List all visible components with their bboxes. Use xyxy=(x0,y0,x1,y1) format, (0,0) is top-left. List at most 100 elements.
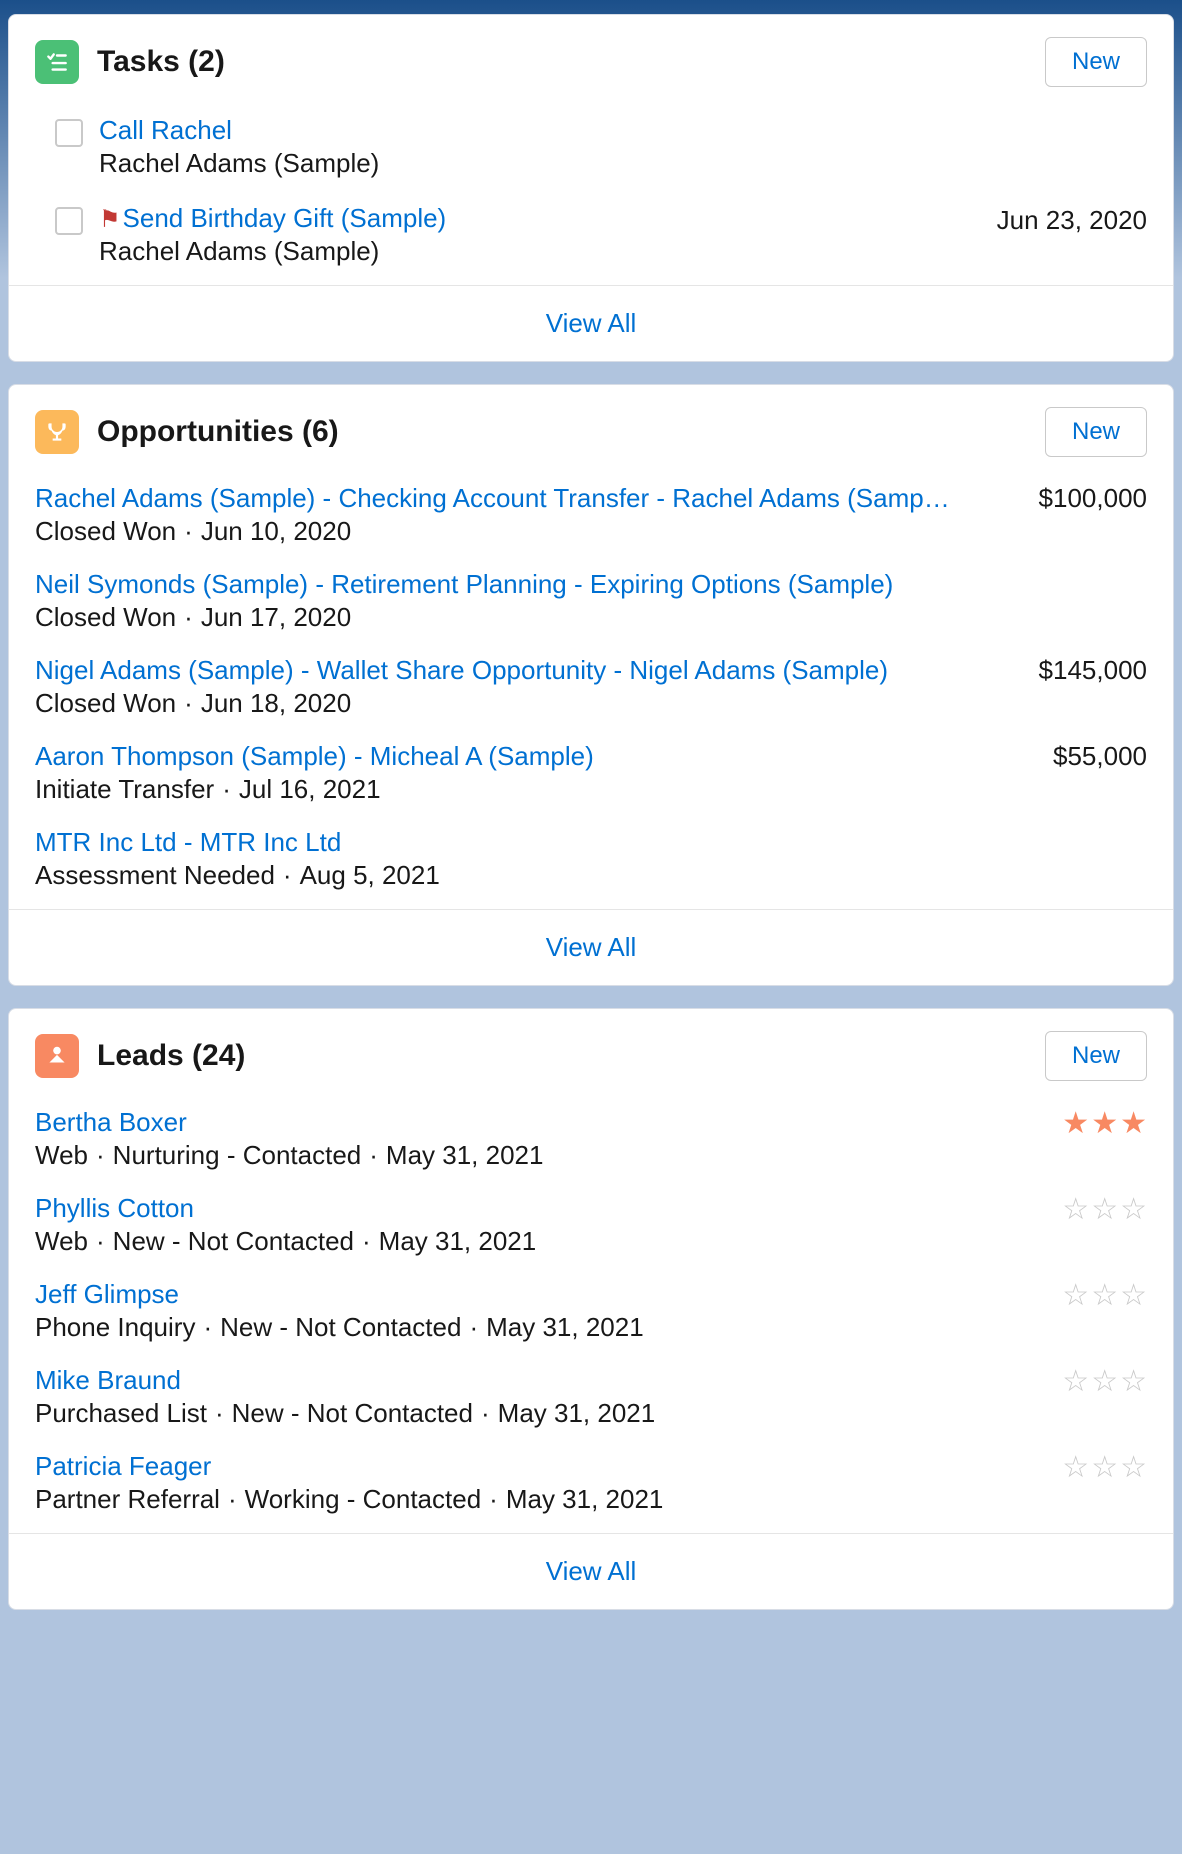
opportunity-main: Neil Symonds (Sample) - Retirement Plann… xyxy=(35,569,1147,633)
lead-link[interactable]: Phyllis Cotton xyxy=(35,1193,194,1223)
star-icon[interactable]: ☆ xyxy=(1120,1281,1147,1311)
separator: · xyxy=(469,1312,478,1342)
opportunity-link[interactable]: Rachel Adams (Sample) - Checking Account… xyxy=(35,483,1033,514)
lead-status: Nurturing - Contacted xyxy=(113,1140,362,1170)
opportunities-card: Opportunities (6) New Rachel Adams (Samp… xyxy=(8,384,1174,986)
tasks-view-all[interactable]: View All xyxy=(9,285,1173,361)
task-link[interactable]: Call Rachel xyxy=(99,115,232,146)
task-main: ⚑Send Birthday Gift (Sample)Rachel Adams… xyxy=(99,203,997,267)
star-icon[interactable]: ★ xyxy=(1120,1109,1147,1139)
lead-link[interactable]: Bertha Boxer xyxy=(35,1107,187,1137)
star-icon[interactable]: ☆ xyxy=(1062,1367,1089,1397)
task-link[interactable]: Send Birthday Gift (Sample) xyxy=(123,203,447,234)
opportunity-link[interactable]: Aaron Thompson (Sample) - Micheal A (Sam… xyxy=(35,741,1047,772)
lead-row: Patricia FeagerPartner Referral·Working … xyxy=(35,1439,1147,1525)
separator: · xyxy=(203,1312,212,1342)
leads-list: Bertha BoxerWeb·Nurturing - Contacted·Ma… xyxy=(9,1089,1173,1525)
lead-subtitle: Purchased List · New - Not Contacted · May 3… xyxy=(35,1398,1062,1429)
leads-header: Leads (24) New xyxy=(9,1009,1173,1089)
tasks-title: Tasks (2) xyxy=(97,45,1045,79)
opportunity-link[interactable]: Nigel Adams (Sample) - Wallet Share Oppo… xyxy=(35,655,1033,686)
lead-rating[interactable]: ☆☆☆ xyxy=(1062,1193,1147,1225)
lead-source: Web xyxy=(35,1226,88,1256)
new-lead-button[interactable]: New xyxy=(1045,1031,1147,1081)
task-subtitle: Rachel Adams (Sample) xyxy=(99,148,1147,179)
separator: · xyxy=(369,1140,378,1170)
lead-status: New - Not Contacted xyxy=(232,1398,473,1428)
lead-link[interactable]: Mike Braund xyxy=(35,1365,181,1395)
star-icon[interactable]: ☆ xyxy=(1091,1367,1118,1397)
leads-title: Leads (24) xyxy=(97,1039,1045,1073)
opportunity-subtitle: Initiate Transfer·Jul 16, 2021 xyxy=(35,774,1047,805)
lead-rating[interactable]: ☆☆☆ xyxy=(1062,1279,1147,1311)
opportunity-row: Nigel Adams (Sample) - Wallet Share Oppo… xyxy=(35,643,1147,729)
opportunity-date: Jun 17, 2020 xyxy=(201,602,351,632)
lead-main: Bertha BoxerWeb·Nurturing - Contacted·Ma… xyxy=(35,1107,1062,1171)
tasks-list: Call RachelRachel Adams (Sample) ⚑Send Bi… xyxy=(9,95,1173,277)
separator: · xyxy=(489,1484,498,1514)
separator: · xyxy=(96,1226,105,1256)
opportunity-row: MTR Inc Ltd - MTR Inc LtdAssessment Need… xyxy=(35,815,1147,901)
star-icon[interactable]: ☆ xyxy=(1091,1281,1118,1311)
task-row: Call RachelRachel Adams (Sample) xyxy=(35,101,1147,189)
separator: · xyxy=(215,1398,224,1428)
opportunity-row: Aaron Thompson (Sample) - Micheal A (Sam… xyxy=(35,729,1147,815)
opportunity-main: Rachel Adams (Sample) - Checking Account… xyxy=(35,483,1033,547)
task-checkbox[interactable] xyxy=(55,207,83,235)
star-icon[interactable]: ☆ xyxy=(1062,1281,1089,1311)
star-icon[interactable]: ☆ xyxy=(1091,1453,1118,1483)
lead-rating[interactable]: ☆☆☆ xyxy=(1062,1365,1147,1397)
lead-row: Bertha BoxerWeb·Nurturing - Contacted·Ma… xyxy=(35,1095,1147,1181)
lead-source: Partner Referral xyxy=(35,1484,220,1514)
lead-date: May 31, 2021 xyxy=(386,1140,544,1170)
star-icon[interactable]: ☆ xyxy=(1062,1195,1089,1225)
lead-subtitle: Web·Nurturing - Contacted·May 31, 2021 xyxy=(35,1140,1062,1171)
lead-rating[interactable]: ★★★ xyxy=(1062,1107,1147,1139)
lead-date: May 31, 2021 xyxy=(506,1484,664,1514)
opportunity-main: Aaron Thompson (Sample) - Micheal A (Sam… xyxy=(35,741,1047,805)
opportunities-view-all[interactable]: View All xyxy=(9,909,1173,985)
task-checkbox[interactable] xyxy=(55,119,83,147)
star-icon[interactable]: ☆ xyxy=(1120,1453,1147,1483)
opportunity-link[interactable]: Neil Symonds (Sample) - Retirement Plann… xyxy=(35,569,1147,600)
leads-card: Leads (24) New Bertha BoxerWeb·Nurturing… xyxy=(8,1008,1174,1610)
leads-view-all[interactable]: View All xyxy=(9,1533,1173,1609)
star-icon[interactable]: ☆ xyxy=(1062,1453,1089,1483)
tasks-card: Tasks (2) New Call RachelRachel Adams (S… xyxy=(8,14,1174,362)
lead-main: Phyllis CottonWeb · New - Not Contacted · Ma… xyxy=(35,1193,1062,1257)
opportunity-date: Jun 10, 2020 xyxy=(201,516,351,546)
lead-date: May 31, 2021 xyxy=(379,1226,537,1256)
separator: · xyxy=(481,1398,490,1428)
star-icon[interactable]: ☆ xyxy=(1091,1195,1118,1225)
star-icon[interactable]: ★ xyxy=(1062,1109,1089,1139)
lead-source: Purchased List xyxy=(35,1398,207,1428)
opportunity-link[interactable]: MTR Inc Ltd - MTR Inc Ltd xyxy=(35,827,1147,858)
separator: · xyxy=(184,602,193,632)
opportunities-list: Rachel Adams (Sample) - Checking Account… xyxy=(9,465,1173,901)
lead-status: New - Not Contacted xyxy=(113,1226,354,1256)
lead-main: Jeff GlimpsePhone Inquiry·New - Not Cont… xyxy=(35,1279,1062,1343)
lead-date: May 31, 2021 xyxy=(498,1398,656,1428)
lead-link[interactable]: Jeff Glimpse xyxy=(35,1279,179,1309)
star-icon[interactable]: ☆ xyxy=(1120,1195,1147,1225)
opportunity-stage: Closed Won xyxy=(35,602,176,632)
lead-link[interactable]: Patricia Feager xyxy=(35,1451,211,1481)
task-row: ⚑Send Birthday Gift (Sample)Rachel Adams… xyxy=(35,189,1147,277)
lead-source: Phone Inquiry xyxy=(35,1312,195,1342)
flag-icon: ⚑ xyxy=(99,206,121,233)
new-opportunity-button[interactable]: New xyxy=(1045,407,1147,457)
lead-rating[interactable]: ☆☆☆ xyxy=(1062,1451,1147,1483)
lead-row: Jeff GlimpsePhone Inquiry·New - Not Cont… xyxy=(35,1267,1147,1353)
opportunity-amount: $55,000 xyxy=(1047,741,1147,772)
tasks-icon xyxy=(35,40,79,84)
separator: · xyxy=(362,1226,371,1256)
separator: · xyxy=(228,1484,237,1514)
star-icon[interactable]: ☆ xyxy=(1120,1367,1147,1397)
opportunity-subtitle: Closed Won · Jun 17, 2020 xyxy=(35,602,1147,633)
new-task-button[interactable]: New xyxy=(1045,37,1147,87)
separator: · xyxy=(184,516,193,546)
star-icon[interactable]: ★ xyxy=(1091,1109,1118,1139)
opportunity-stage: Closed Won xyxy=(35,516,176,546)
opportunity-row: Rachel Adams (Sample) - Checking Account… xyxy=(35,471,1147,557)
opportunities-title: Opportunities (6) xyxy=(97,415,1045,449)
